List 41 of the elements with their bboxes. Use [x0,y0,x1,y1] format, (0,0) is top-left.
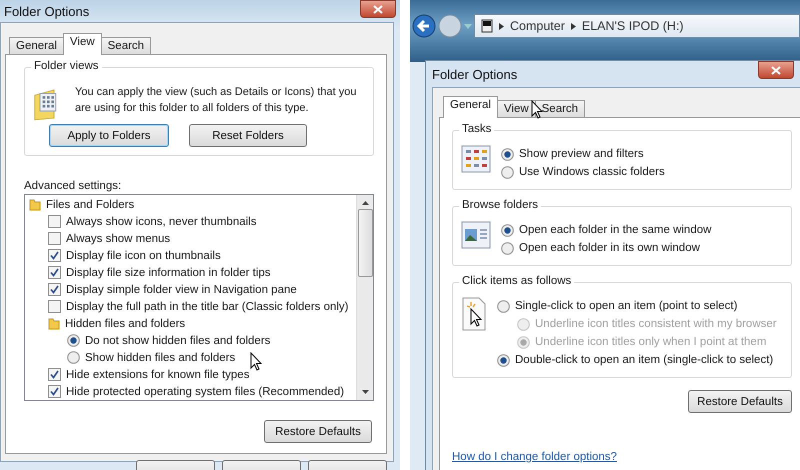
option-label: Do not show hidden files and folders [85,334,270,346]
option-label: Display simple folder view in Navigation pane [66,284,297,296]
option-label: Single-click to open an item (point to select) [515,300,738,312]
option-label: Open each folder in its own window [519,242,700,254]
window-title: Folder Options [432,66,518,82]
option-label: Show preview and filters [519,148,644,160]
option-label: Display the full path in the title bar (Classic folders only) [66,300,349,312]
group-label: Browse folders [459,199,542,211]
option-label: Show hidden files and folders [85,352,236,364]
option-label: Underline icon titles consistent with my browser [535,318,777,330]
tab[interactable]: General [443,96,498,118]
group-label: Click items as follows [459,275,574,287]
option-label: Underline icon titles only when I point at them [535,336,766,348]
option-label: Display file size information in folder tips [66,266,271,278]
tab[interactable]: Search [534,100,586,117]
option-label: Use Windows classic folders [519,166,665,178]
address-bar[interactable]: Computer ELAN'S IPOD (H:) [474,14,800,38]
option-label: Open each folder in the same window [519,224,712,236]
option-label: Always show menus [66,232,170,244]
breadcrumb[interactable]: ELAN'S IPOD (H:) [582,19,684,33]
window-title: Folder Options [4,4,90,18]
restore-defaults-button[interactable]: Restore Defaults [688,390,792,413]
option-label: Always show icons, never thumbnails [66,216,256,228]
group-label: Tasks [459,123,494,135]
tab[interactable]: General [9,37,64,54]
tab[interactable]: Search [100,37,152,54]
tab[interactable]: View [62,33,102,55]
option-label: Files and Folders [46,198,134,210]
folder-button[interactable]: Apply to Folders [49,124,169,147]
help-link[interactable]: How do I change folder options? [452,451,617,463]
option-label: Hide extensions for known file types [66,368,250,380]
restore-defaults-button[interactable]: Restore Defaults [264,420,372,443]
section-label: Advanced settings: [24,180,122,192]
option-label: Hidden files and folders [65,318,186,330]
option-label: Double-click to open an item (single-click to select) [515,354,774,366]
option-label: Display file icon on thumbnails [66,250,221,262]
group-label: Folder views [31,60,102,72]
option-label: Hide protected operating system files (Recommended) [66,386,344,398]
description-text: You can apply the view (such as Details or Icons) that you are using for this folder to all folders of this type. [75,85,358,116]
folder-button[interactable]: Reset Folders [189,124,307,147]
breadcrumb[interactable]: Computer [510,19,565,33]
